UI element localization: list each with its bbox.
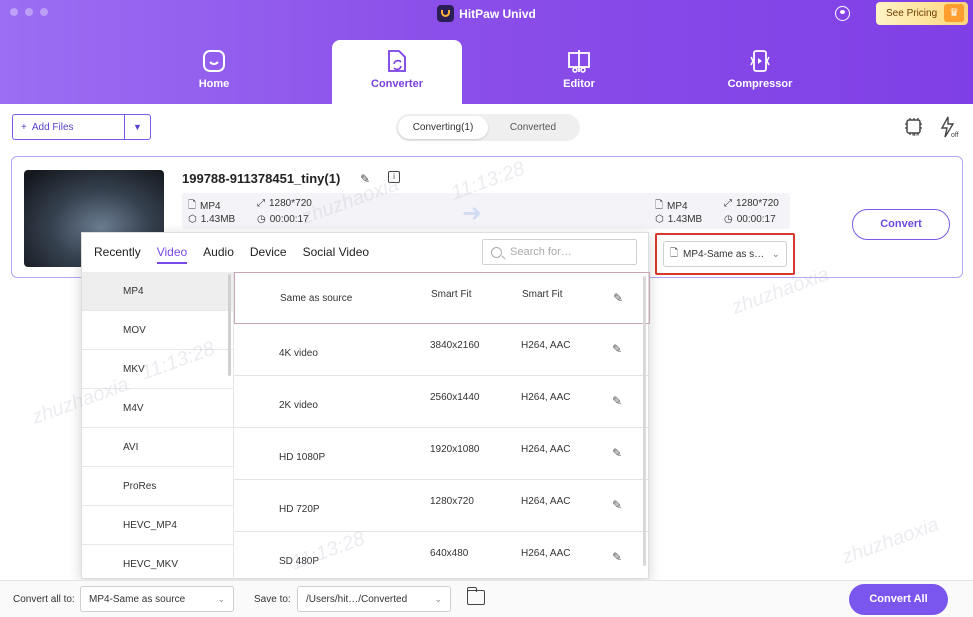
app-title: HitPaw Univd: [0, 5, 973, 22]
file-name: 199788-911378451_tiny(1): [182, 171, 341, 186]
format-popup: Recently Video Audio Device Social Video…: [81, 232, 650, 580]
svg-text:on: on: [912, 132, 919, 138]
crown-icon: ♛: [944, 4, 964, 22]
save-to-select[interactable]: /Users/hit…/Converted ⌄: [297, 586, 451, 612]
arrow-right-icon: ➜: [462, 200, 483, 227]
target-resolution: ⤢ 1280*720: [724, 198, 779, 209]
format-item-mp4[interactable]: MP4: [82, 272, 233, 311]
edit-preset-icon[interactable]: ✎: [612, 394, 622, 408]
edit-preset-icon[interactable]: ✎: [612, 446, 622, 460]
tab-converted[interactable]: Converted: [488, 116, 578, 139]
preset-list: Same as source Smart Fit Smart Fit ✎ 4K …: [234, 272, 650, 580]
convert-all-to-select[interactable]: MP4-Same as source ⌄: [80, 586, 234, 612]
info-icon[interactable]: i: [388, 171, 400, 183]
resize-icon: ⤢: [257, 198, 265, 209]
preset-row[interactable]: HD 1080P 1920x1080 H264, AAC ✎: [234, 428, 650, 480]
footer-bar: Convert all to: MP4-Same as source ⌄ Sav…: [0, 580, 973, 617]
chevron-down-icon: ▼: [133, 122, 142, 132]
tab-video[interactable]: Video: [156, 245, 188, 264]
tab-device[interactable]: Device: [250, 245, 287, 264]
see-pricing-button[interactable]: See Pricing ♛: [876, 2, 968, 25]
tab-social-video[interactable]: Social Video: [303, 245, 370, 264]
status-tabs: Converting(1) Converted: [396, 114, 580, 141]
add-files-dropdown[interactable]: ▼: [124, 115, 150, 139]
format-item-prores[interactable]: ProRes: [82, 467, 233, 506]
convert-button[interactable]: Convert: [852, 209, 950, 240]
chevron-down-icon: ⌄: [434, 593, 442, 604]
preset-row[interactable]: HD 720P 1280x720 H264, AAC ✎: [234, 480, 650, 532]
preset-row[interactable]: 2K video 2560x1440 H264, AAC ✎: [234, 376, 650, 428]
target-duration: ◷ 00:00:17: [724, 214, 776, 225]
format-item-hevc-mkv[interactable]: HEVC_MKV: [82, 545, 233, 580]
home-icon: [203, 50, 225, 72]
edit-preset-icon[interactable]: ✎: [613, 291, 623, 305]
hardware-acceleration-icon[interactable]: on: [903, 116, 925, 138]
convert-all-button[interactable]: Convert All: [849, 584, 948, 615]
box-icon: ⬡: [655, 214, 664, 225]
format-item-mkv[interactable]: MKV: [82, 350, 233, 389]
save-to-label: Save to:: [254, 594, 291, 605]
add-files-button[interactable]: + Add Files ▼: [12, 114, 151, 140]
search-icon: [491, 246, 502, 258]
tab-audio[interactable]: Audio: [203, 245, 234, 264]
converter-icon: [388, 50, 406, 72]
file-icon: 🗋: [655, 200, 664, 211]
file-icon: 🗋: [670, 247, 679, 259]
format-item-hevc-mp4[interactable]: HEVC_MP4: [82, 506, 233, 545]
preset-row[interactable]: SD 480P 640x480 H264, AAC ✎: [234, 532, 650, 580]
editor-icon: [568, 50, 590, 73]
account-icon[interactable]: [835, 6, 850, 21]
file-icon: 🗋: [188, 200, 197, 211]
chevron-down-icon: ⌄: [217, 593, 225, 604]
output-format-highlight: 🗋 MP4-Same as s… ⌄: [655, 233, 795, 275]
toolbar: + Add Files ▼ Converting(1) Converted on …: [0, 104, 973, 152]
app-logo-icon: [437, 5, 455, 22]
source-resolution: ⤢ 1280*720: [257, 198, 312, 209]
nav-compressor[interactable]: Compressor: [695, 40, 825, 104]
pencil-icon[interactable]: ✎: [360, 172, 370, 186]
format-item-avi[interactable]: AVI: [82, 428, 233, 467]
tab-recently[interactable]: Recently: [94, 245, 141, 264]
compressor-icon: [750, 50, 770, 72]
source-format: 🗋 MP4: [188, 198, 221, 215]
lightning-off-icon[interactable]: off: [938, 116, 962, 139]
edit-preset-icon[interactable]: ✎: [612, 342, 622, 356]
folder-icon[interactable]: [466, 587, 485, 605]
plus-icon: +: [21, 121, 27, 133]
convert-all-to-label: Convert all to:: [13, 594, 75, 605]
watermark: zhuzhaoxia: [839, 513, 942, 569]
nav-home[interactable]: Home: [149, 40, 279, 104]
search-input[interactable]: Search for…: [482, 239, 637, 265]
app-header: HitPaw Univd See Pricing ♛ Home Converte…: [0, 0, 973, 104]
source-duration: ◷ 00:00:17: [257, 214, 309, 225]
preset-row[interactable]: Same as source Smart Fit Smart Fit ✎: [234, 272, 650, 324]
box-icon: ⬡: [188, 214, 197, 225]
target-format: 🗋 MP4: [655, 198, 688, 215]
clock-icon: ◷: [724, 214, 733, 225]
clock-icon: ◷: [257, 214, 266, 225]
preset-row[interactable]: 4K video 3840x2160 H264, AAC ✎: [234, 324, 650, 376]
add-files-main[interactable]: + Add Files: [13, 115, 124, 139]
edit-preset-icon[interactable]: ✎: [612, 498, 622, 512]
tab-converting[interactable]: Converting(1): [398, 116, 488, 139]
resize-icon: ⤢: [724, 198, 732, 209]
chevron-down-icon: ⌄: [771, 248, 780, 260]
edit-preset-icon[interactable]: ✎: [612, 550, 622, 564]
svg-text:off: off: [951, 132, 959, 138]
target-size: ⬡ 1.43MB: [655, 214, 703, 225]
format-list-scrollbar[interactable]: [228, 274, 231, 376]
format-item-mov[interactable]: MOV: [82, 311, 233, 350]
nav-editor[interactable]: Editor: [514, 40, 644, 104]
output-format-select[interactable]: 🗋 MP4-Same as s… ⌄: [663, 241, 787, 267]
nav-converter[interactable]: Converter: [332, 40, 462, 104]
format-list: MP4 MOV MKV M4V AVI ProRes HEVC_MP4 HEVC…: [82, 272, 234, 580]
preset-list-scrollbar[interactable]: [643, 276, 646, 566]
format-item-m4v[interactable]: M4V: [82, 389, 233, 428]
category-tabs: Recently Video Audio Device Social Video: [94, 245, 369, 264]
source-size: ⬡ 1.43MB: [188, 214, 236, 225]
